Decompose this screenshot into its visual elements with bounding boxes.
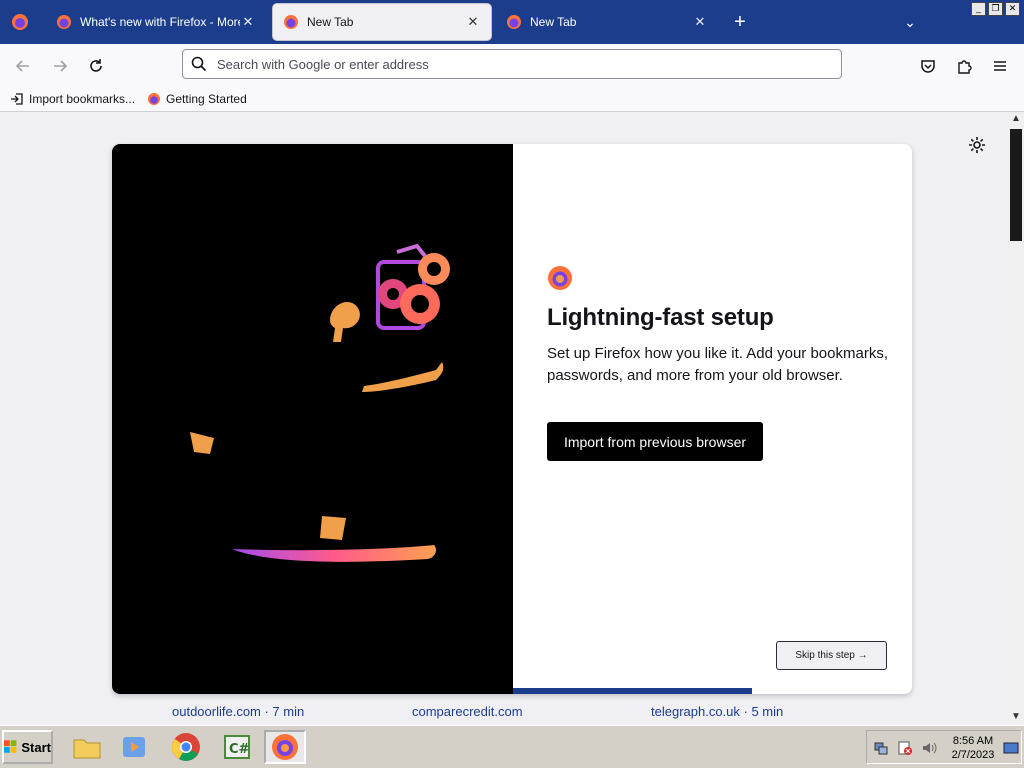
url-input[interactable] <box>217 56 817 72</box>
svg-text:C#: C# <box>229 742 250 757</box>
close-icon[interactable]: ✕ <box>465 14 481 30</box>
tab-strip: What's new with Firefox - More pri ✕ New… <box>0 0 1024 44</box>
hamburger-icon <box>994 61 1006 71</box>
restore-button[interactable]: ❐ <box>988 2 1003 16</box>
page-scrollbar[interactable]: ▲ ▼ <box>1008 113 1024 725</box>
puzzle-icon <box>958 60 972 74</box>
tab-new-tab-active[interactable]: New Tab ✕ <box>273 4 491 40</box>
minimize-button[interactable]: _ <box>971 2 986 16</box>
os-taskbar: Start C# 8:56 AM 2/7/2023 <box>0 725 1024 768</box>
onboarding-illustration <box>112 144 513 694</box>
firefox-logo-icon <box>548 266 572 290</box>
reload-button[interactable] <box>83 53 109 79</box>
system-tray: 8:56 AM 2/7/2023 <box>866 730 1022 764</box>
media-player-icon <box>123 737 145 757</box>
firefox-icon <box>57 15 71 29</box>
bookmark-import[interactable]: Import bookmarks... <box>10 92 135 106</box>
progress-fill <box>513 688 753 694</box>
skip-step-button[interactable]: Skip this step → <box>776 641 887 670</box>
back-button[interactable] <box>10 53 36 79</box>
taskbar-media-player[interactable] <box>113 730 155 764</box>
close-icon[interactable]: ✕ <box>692 14 708 30</box>
bookmark-label: Import bookmarks... <box>29 91 136 106</box>
address-bar[interactable] <box>182 49 842 79</box>
tab-title: New Tab <box>307 15 354 29</box>
pocket-button[interactable] <box>915 53 941 79</box>
tab-new-tab[interactable]: New Tab ✕ <box>496 4 718 40</box>
stories-row: outdoorlife.com · 7 min comparecredit.co… <box>0 704 1008 722</box>
story-source-link[interactable]: comparecredit.com <box>412 704 523 719</box>
firefox-icon <box>507 15 521 29</box>
bookmark-label: Getting Started <box>166 91 247 106</box>
nav-bar <box>0 44 1024 86</box>
taskbar-chrome[interactable] <box>165 730 207 764</box>
pocket-icon <box>921 60 935 73</box>
tab-title: New Tab <box>530 15 577 29</box>
start-label: Start <box>21 739 51 755</box>
clock[interactable]: 8:56 AM 2/7/2023 <box>947 734 999 762</box>
firefox-icon <box>272 734 298 760</box>
scroll-up-arrow-icon[interactable]: ▲ <box>1008 113 1024 127</box>
network-icon[interactable] <box>873 740 889 756</box>
volume-icon[interactable] <box>921 740 937 756</box>
firefox-view-icon[interactable] <box>8 10 32 34</box>
onboarding-panel: Lightning-fast setup Set up Firefox how … <box>513 144 912 694</box>
security-alert-icon[interactable] <box>897 740 913 756</box>
taskbar-file-explorer[interactable] <box>66 730 108 764</box>
folder-icon <box>73 739 101 759</box>
firefox-icon <box>284 15 298 29</box>
bookmarks-toolbar: Import bookmarks... Getting Started <box>0 86 1024 112</box>
taskbar-firefox[interactable] <box>264 730 306 764</box>
onboarding-progress <box>513 688 912 694</box>
new-tab-button[interactable]: + <box>728 10 752 34</box>
scroll-thumb[interactable] <box>1010 129 1022 241</box>
arrow-left-icon <box>15 60 29 72</box>
import-from-browser-button[interactable]: Import from previous browser <box>547 422 763 461</box>
onboarding-title: Lightning-fast setup <box>547 304 774 331</box>
onboarding-body: Set up Firefox how you like it. Add your… <box>547 345 888 384</box>
chrome-icon <box>172 733 200 761</box>
close-icon[interactable]: ✕ <box>240 14 256 30</box>
close-window-button[interactable]: ✕ <box>1005 2 1020 16</box>
show-desktop-icon[interactable] <box>1003 740 1019 756</box>
story-source-link[interactable]: outdoorlife.com · 7 min <box>172 704 304 719</box>
customize-gear-icon[interactable] <box>966 134 988 156</box>
scroll-down-arrow-icon[interactable]: ▼ <box>1008 711 1024 725</box>
bookmark-getting-started[interactable]: Getting Started <box>147 92 247 106</box>
search-icon <box>191 56 207 72</box>
forward-button[interactable] <box>47 53 73 79</box>
reload-icon <box>90 59 102 72</box>
extensions-button[interactable] <box>951 53 977 79</box>
tab-whats-new[interactable]: What's new with Firefox - More pri ✕ <box>46 4 266 40</box>
tab-title: What's new with Firefox - More pri <box>80 15 240 29</box>
story-source-link[interactable]: telegraph.co.uk · 5 min <box>651 704 783 719</box>
import-icon <box>11 92 23 105</box>
gears-illustration-icon <box>376 243 450 330</box>
firefox-icon <box>148 92 161 105</box>
windows-flag-icon <box>4 740 17 753</box>
arrow-right-icon <box>54 60 68 72</box>
taskbar-csharp-app[interactable]: C# <box>216 730 258 764</box>
app-menu-button[interactable] <box>987 53 1013 79</box>
start-button[interactable]: Start <box>2 730 53 764</box>
onboarding-dialog: Lightning-fast setup Set up Firefox how … <box>112 144 912 694</box>
clock-date: 2/7/2023 <box>951 749 995 761</box>
csharp-icon: C# <box>224 735 250 759</box>
list-all-tabs-chevron-icon[interactable]: ⌄ <box>898 12 922 32</box>
clock-time: 8:56 AM <box>952 735 994 747</box>
